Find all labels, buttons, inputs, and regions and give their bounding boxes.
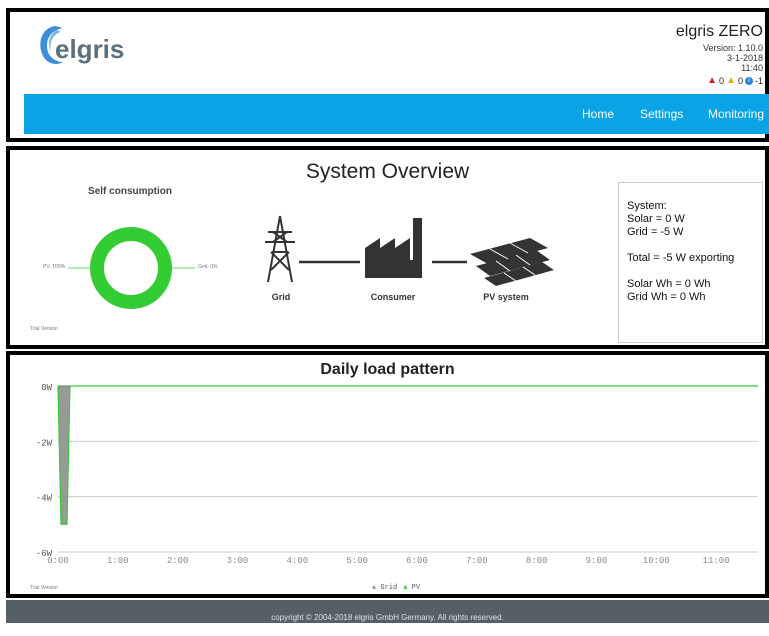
solar-energy: Solar Wh = 0 Wh [627, 278, 711, 290]
trial-version-label: Trial Version [30, 326, 58, 332]
pv-percent-label: PV: 100% [43, 264, 66, 270]
logo-text: elgris [55, 34, 124, 64]
x-tick-label: 10:00 [643, 556, 670, 566]
nav-home[interactable]: Home [582, 107, 614, 121]
x-tick-label: 1:00 [107, 556, 129, 566]
x-tick-label: 5:00 [346, 556, 368, 566]
main-navbar: Home Settings Monitoring [24, 94, 769, 134]
series-pv-line [57, 385, 758, 525]
x-tick-label: 6:00 [406, 556, 428, 566]
date-text: 3-1-2018 [726, 53, 763, 63]
factory-icon [365, 218, 422, 278]
grid-power: Grid = -5 W [627, 226, 684, 238]
solar-power: Solar = 0 W [627, 213, 685, 225]
footer: copyright © 2004-2018 elgris GmbH German… [6, 600, 769, 623]
header-panel: elgris elgris ZERO Version: 1.10.0 3-1-2… [6, 8, 769, 142]
daily-load-panel: Daily load pattern 0W -2W -4W -6W 0:00 1:00 2:… [6, 351, 769, 598]
grid-percent-label: Grid: 0% [198, 264, 218, 270]
y-tick-label: -2W [36, 438, 53, 448]
system-summary-box: System: Solar = 0 W Grid = -5 W Total = … [618, 182, 763, 343]
error-triangle-icon: ▲ [707, 75, 718, 86]
copyright-text: copyright © 2004-2018 elgris GmbH German… [271, 613, 504, 622]
x-tick-label: 4:00 [287, 556, 309, 566]
y-tick-label: 0W [41, 383, 52, 393]
info-count: -1 [754, 75, 763, 86]
info-circle-icon: i [744, 76, 753, 85]
x-tick-label: 7:00 [466, 556, 488, 566]
nav-monitoring[interactable]: Monitoring [708, 107, 764, 121]
daily-load-chart: 0W-2W-4W-6W0:00 1:00 2:00 3:00 4:00 5:00 6:00 7… [36, 383, 758, 566]
version-text: Version: 1.10.0 [702, 43, 763, 53]
warning-count: 0 [737, 75, 743, 86]
warning-triangle-icon: ▲ [726, 75, 736, 86]
x-tick-label: 8:00 [526, 556, 548, 566]
x-tick-label: 2:00 [167, 556, 189, 566]
x-tick-label: 11:00 [703, 556, 730, 566]
x-tick-label: 9:00 [586, 556, 608, 566]
x-tick-label: 0:00 [47, 556, 69, 566]
grid-label: Grid [271, 292, 291, 302]
grid-tower-icon [265, 215, 295, 283]
nav-settings[interactable]: Settings [640, 107, 683, 121]
alert-counters[interactable]: ▲ 0 ▲ 0 i -1 [707, 75, 763, 86]
system-heading: System: [627, 200, 667, 212]
grid-energy: Grid Wh = 0 Wh [627, 291, 706, 303]
consumer-label: Consumer [370, 292, 416, 302]
legend-pv-triangle-icon: ▲ [403, 584, 408, 592]
chart-legend[interactable]: ▲ Grid ▲ PV [372, 584, 420, 592]
system-overview-panel: System Overview Self consumption PV: 100… [6, 146, 769, 349]
app-title: elgris ZERO [675, 23, 763, 40]
y-tick-label: -4W [36, 494, 53, 504]
self-consumption-donut [90, 227, 172, 309]
legend-pv[interactable]: ▲ PV [403, 584, 420, 592]
error-count: 0 [719, 75, 725, 86]
time-text: 11:40 [741, 63, 763, 73]
x-tick-label: 3:00 [227, 556, 249, 566]
legend-grid-triangle-icon: ▲ [372, 584, 377, 592]
legend-grid[interactable]: ▲ Grid [372, 584, 397, 592]
elgris-logo[interactable]: elgris [33, 20, 143, 74]
chart-trial-label: Trial Version [30, 585, 58, 591]
pv-system-label: PV system [483, 292, 529, 302]
total-power: Total = -5 W exporting [627, 252, 735, 264]
